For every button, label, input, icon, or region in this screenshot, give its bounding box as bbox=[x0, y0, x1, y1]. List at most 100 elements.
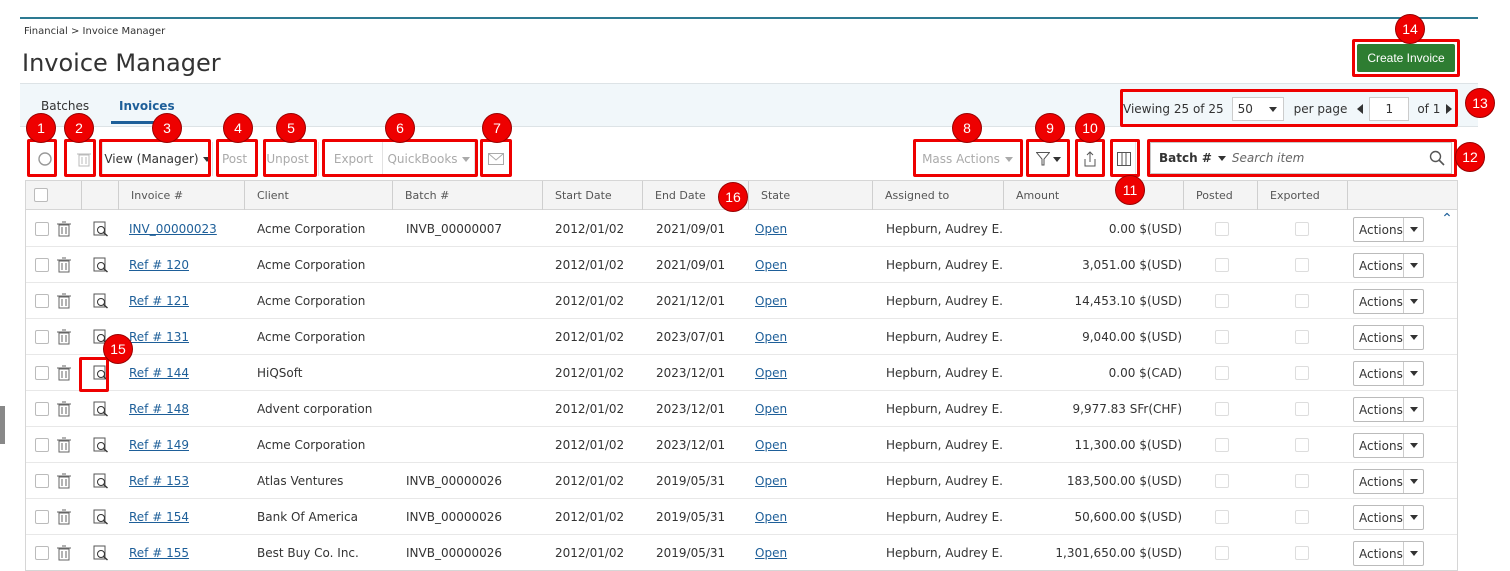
state-link[interactable]: Open bbox=[755, 211, 787, 247]
row-actions-button[interactable]: Actions bbox=[1353, 505, 1424, 530]
row-checkbox[interactable] bbox=[35, 330, 49, 344]
highlight-14 bbox=[1352, 39, 1460, 77]
actions-caret[interactable] bbox=[1403, 506, 1423, 529]
row-checkbox[interactable] bbox=[35, 366, 49, 380]
invoice-link[interactable]: Ref # 149 bbox=[129, 427, 189, 463]
state-link[interactable]: Open bbox=[755, 499, 787, 535]
row-actions-button[interactable]: Actions bbox=[1353, 289, 1424, 314]
invoice-link[interactable]: Ref # 120 bbox=[129, 247, 189, 283]
table-row: INV_00000023 Acme Corporation INVB_0000000… bbox=[26, 211, 1457, 247]
trash-icon[interactable] bbox=[57, 257, 71, 273]
preview-search-icon[interactable] bbox=[93, 293, 109, 309]
col-assigned[interactable]: Assigned to bbox=[873, 181, 1004, 210]
invoice-link[interactable]: Ref # 154 bbox=[129, 499, 189, 535]
trash-icon[interactable] bbox=[57, 401, 71, 417]
actions-label: Actions bbox=[1359, 438, 1403, 453]
row-actions-button[interactable]: Actions bbox=[1353, 361, 1424, 386]
col-batch[interactable]: Batch # bbox=[393, 181, 543, 210]
preview-search-icon[interactable] bbox=[93, 437, 109, 453]
actions-caret[interactable] bbox=[1403, 218, 1423, 241]
tab-invoices[interactable]: Invoices bbox=[119, 99, 175, 113]
preview-search-icon[interactable] bbox=[93, 509, 109, 525]
state-link[interactable]: Open bbox=[755, 463, 787, 499]
exported-checkbox bbox=[1295, 294, 1309, 308]
row-actions-button[interactable]: Actions bbox=[1353, 325, 1424, 350]
annotation-badge-10: 10 bbox=[1075, 113, 1105, 143]
trash-icon[interactable] bbox=[57, 509, 71, 525]
state-link[interactable]: Open bbox=[755, 535, 787, 570]
row-checkbox[interactable] bbox=[35, 222, 49, 236]
row-actions-button[interactable]: Actions bbox=[1353, 253, 1424, 278]
assigned-cell: Hepburn, Audrey E. bbox=[886, 438, 1003, 452]
col-state[interactable]: State bbox=[749, 181, 873, 210]
state-link[interactable]: Open bbox=[755, 427, 787, 463]
row-actions-button[interactable]: Actions bbox=[1353, 217, 1424, 242]
assigned-cell: Hepburn, Audrey E. bbox=[886, 402, 1003, 416]
actions-caret[interactable] bbox=[1403, 254, 1423, 277]
trash-icon[interactable] bbox=[57, 293, 71, 309]
tab-batches[interactable]: Batches bbox=[41, 99, 89, 113]
invoice-link[interactable]: Ref # 155 bbox=[129, 535, 189, 570]
row-actions-button[interactable]: Actions bbox=[1353, 469, 1424, 494]
start-date-cell: 2012/01/02 bbox=[555, 510, 625, 524]
trash-icon[interactable] bbox=[57, 437, 71, 453]
row-checkbox[interactable] bbox=[35, 510, 49, 524]
actions-caret[interactable] bbox=[1403, 398, 1423, 421]
actions-caret[interactable] bbox=[1403, 542, 1423, 565]
row-actions-button[interactable]: Actions bbox=[1353, 541, 1424, 566]
highlight-9 bbox=[1026, 139, 1070, 177]
actions-caret[interactable] bbox=[1403, 290, 1423, 313]
trash-icon[interactable] bbox=[57, 545, 71, 561]
posted-checkbox bbox=[1215, 366, 1229, 380]
assigned-cell: Hepburn, Audrey E. bbox=[886, 222, 1003, 236]
state-link[interactable]: Open bbox=[755, 283, 787, 319]
trash-icon[interactable] bbox=[57, 221, 71, 237]
start-date-cell: 2012/01/02 bbox=[555, 366, 625, 380]
row-checkbox[interactable] bbox=[35, 546, 49, 560]
row-checkbox[interactable] bbox=[35, 438, 49, 452]
side-scroll-handle[interactable] bbox=[0, 406, 5, 444]
amount-cell: 0.00 $(CAD) bbox=[1108, 366, 1182, 380]
invoice-link[interactable]: Ref # 144 bbox=[129, 355, 189, 391]
preview-search-icon[interactable] bbox=[93, 401, 109, 417]
actions-caret[interactable] bbox=[1403, 434, 1423, 457]
trash-icon[interactable] bbox=[57, 473, 71, 489]
select-all-checkbox[interactable] bbox=[34, 188, 48, 202]
state-link[interactable]: Open bbox=[755, 247, 787, 283]
highlight-4 bbox=[216, 139, 258, 177]
row-checkbox[interactable] bbox=[35, 402, 49, 416]
trash-icon[interactable] bbox=[57, 329, 71, 345]
preview-search-icon[interactable] bbox=[93, 221, 109, 237]
invoice-link[interactable]: Ref # 148 bbox=[129, 391, 189, 427]
row-checkbox[interactable] bbox=[35, 258, 49, 272]
state-link[interactable]: Open bbox=[755, 391, 787, 427]
invoice-link[interactable]: Ref # 131 bbox=[129, 319, 189, 355]
invoice-link[interactable]: INV_00000023 bbox=[129, 211, 217, 247]
preview-search-icon[interactable] bbox=[93, 257, 109, 273]
col-invoice[interactable]: Invoice # bbox=[119, 181, 245, 210]
highlight-8 bbox=[913, 139, 1023, 177]
preview-search-icon[interactable] bbox=[93, 545, 109, 561]
client-cell: HiQSoft bbox=[257, 366, 303, 380]
invoice-link[interactable]: Ref # 153 bbox=[129, 463, 189, 499]
col-start-date[interactable]: Start Date bbox=[543, 181, 643, 210]
col-amount[interactable]: Amount bbox=[1004, 181, 1184, 210]
end-date-cell: 2023/12/01 bbox=[656, 366, 726, 380]
actions-caret[interactable] bbox=[1403, 326, 1423, 349]
preview-search-icon[interactable] bbox=[93, 473, 109, 489]
trash-icon[interactable] bbox=[57, 365, 71, 381]
row-actions-button[interactable]: Actions bbox=[1353, 397, 1424, 422]
actions-caret[interactable] bbox=[1403, 470, 1423, 493]
row-actions-button[interactable]: Actions bbox=[1353, 433, 1424, 458]
row-checkbox[interactable] bbox=[35, 294, 49, 308]
invoice-link[interactable]: Ref # 121 bbox=[129, 283, 189, 319]
col-client[interactable]: Client bbox=[245, 181, 393, 210]
state-link[interactable]: Open bbox=[755, 355, 787, 391]
state-link[interactable]: Open bbox=[755, 319, 787, 355]
actions-caret[interactable] bbox=[1403, 362, 1423, 385]
col-exported[interactable]: Exported bbox=[1258, 181, 1348, 210]
col-posted[interactable]: Posted bbox=[1184, 181, 1258, 210]
annotation-badge-3: 3 bbox=[152, 113, 182, 143]
row-checkbox[interactable] bbox=[35, 474, 49, 488]
assigned-cell: Hepburn, Audrey E. bbox=[886, 258, 1003, 272]
